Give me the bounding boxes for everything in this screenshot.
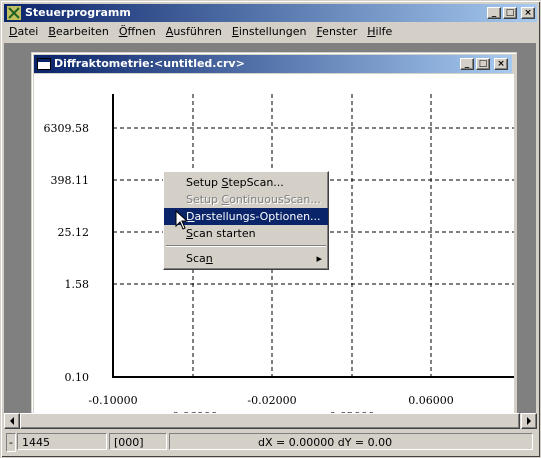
status-bar: - 1445 [000] dX = 0.00000 dY = 0.00 bbox=[4, 431, 537, 453]
y-tick-label: 1.58 bbox=[65, 278, 90, 291]
y-tick-label: 6309.58 bbox=[44, 122, 90, 135]
status-dash: - bbox=[6, 433, 16, 452]
menu-fenster[interactable]: Fenster bbox=[311, 23, 362, 41]
close-button[interactable]: × bbox=[521, 7, 535, 19]
arrow-right-icon bbox=[527, 417, 531, 425]
horizontal-scrollbar[interactable] bbox=[4, 413, 537, 429]
context-menu-item[interactable]: Setup StepScan... bbox=[164, 174, 328, 191]
y-tick-label: 0.10 bbox=[65, 371, 90, 384]
arrow-left-icon bbox=[10, 417, 14, 425]
scroll-thumb[interactable] bbox=[20, 413, 520, 429]
child-close-button[interactable]: × bbox=[494, 58, 508, 70]
submenu-arrow-icon: ▸ bbox=[316, 252, 322, 265]
menu-ausführen[interactable]: Ausführen bbox=[161, 23, 227, 41]
minimize-button[interactable]: _ bbox=[487, 7, 501, 19]
y-tick-label: 25.12 bbox=[58, 226, 90, 239]
menu-bearbeiten[interactable]: Bearbeiten bbox=[43, 23, 113, 41]
child-title: Diffraktometrie:<untitled.crv> bbox=[54, 57, 245, 70]
context-menu-separator bbox=[166, 245, 326, 247]
main-titlebar[interactable]: Steuerprogramm _ □ × bbox=[4, 4, 537, 22]
menu-datei[interactable]: Datei bbox=[4, 23, 43, 41]
child-maximize-button[interactable]: □ bbox=[476, 58, 490, 70]
maximize-button[interactable]: □ bbox=[503, 7, 517, 19]
scroll-left-button[interactable] bbox=[4, 413, 20, 429]
y-tick-label: 398.11 bbox=[51, 174, 90, 187]
child-minimize-button[interactable]: _ bbox=[460, 58, 474, 70]
mouse-cursor-icon bbox=[175, 210, 189, 230]
x-tick-label: -0.02000 bbox=[247, 394, 296, 407]
window-title: Steuerprogramm bbox=[25, 6, 131, 19]
app-icon bbox=[7, 6, 21, 20]
document-icon bbox=[37, 58, 51, 70]
context-menu-item[interactable]: Scan ▸ bbox=[164, 250, 328, 267]
status-code: [000] bbox=[109, 433, 167, 450]
menu-öffnen[interactable]: Öffnen bbox=[114, 23, 161, 41]
menu-bar: Datei Bearbeiten Öffnen Ausführen Einstellun… bbox=[4, 23, 537, 42]
menu-hilfe[interactable]: Hilfe bbox=[362, 23, 397, 41]
x-tick-label: 0.06000 bbox=[408, 394, 454, 407]
status-count: 1445 bbox=[17, 433, 107, 450]
scroll-right-button[interactable] bbox=[521, 413, 537, 429]
context-menu-item: Setup ContinuousScan... bbox=[186, 193, 321, 206]
child-titlebar[interactable]: Diffraktometrie:<untitled.crv> _ □ × bbox=[34, 55, 512, 73]
status-delta: dX = 0.00000 dY = 0.00 bbox=[169, 433, 533, 450]
x-tick-label: -0.10000 bbox=[88, 394, 137, 407]
menu-einstellungen[interactable]: Einstellungen bbox=[227, 23, 312, 41]
